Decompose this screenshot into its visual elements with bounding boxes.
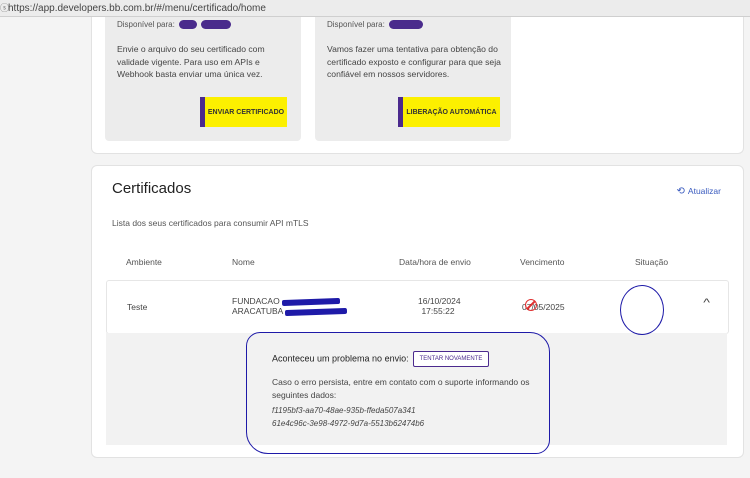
availability-label: Disponível para: (327, 20, 423, 30)
row-nome: FUNDACAO ARACATUBA (232, 296, 348, 316)
card-description: Vamos fazer uma tentativa para obtenção … (327, 44, 501, 79)
upload-options-panel: Disponível para: Envie o arquivo do seu … (91, 17, 744, 154)
auto-release-button[interactable]: LIBERAÇÃO AUTOMÁTICA (398, 97, 500, 127)
send-certificate-button[interactable]: ENVIAR CERTIFICADO (200, 97, 287, 127)
column-header-ambiente: Ambiente (126, 257, 162, 267)
chevron-up-icon[interactable]: ^ (703, 297, 710, 309)
column-header-vencimento: Vencimento (520, 257, 565, 267)
redaction-mark (285, 307, 348, 316)
column-header-situacao: Situação (635, 257, 669, 267)
webhook-tag-icon (388, 20, 423, 30)
certificates-subtitle: Lista dos seus certificados para consumi… (112, 218, 309, 228)
refresh-icon: ⟲ (676, 186, 685, 197)
send-certificate-card: Disponível para: Envie o arquivo do seu … (105, 17, 301, 141)
browser-address-bar[interactable]: ⓢ https://app.developers.bb.com.br/#/men… (0, 0, 750, 17)
row-data-envio: 16/10/2024 17:55:22 (418, 296, 461, 316)
page-title: Certificados (112, 180, 192, 197)
error-status-icon (525, 299, 537, 311)
column-header-nome: Nome (232, 257, 255, 267)
card-description: Envie o arquivo do seu certificado com v… (117, 44, 265, 79)
redaction-mark (281, 297, 340, 306)
api-tag-icon (178, 20, 197, 30)
certificates-panel: Certificados ⟲ Atualizar Lista dos seus c… (91, 165, 744, 458)
annotation-circle (620, 285, 664, 335)
annotation-box (246, 332, 550, 454)
column-header-data-envio: Data/hora de envio (399, 257, 471, 267)
refresh-button[interactable]: ⟲ Atualizar (677, 186, 721, 197)
row-ambiente: Teste (127, 302, 148, 312)
auto-release-card: Disponível para: Vamos fazer uma tentati… (315, 17, 511, 141)
url-text: https://app.developers.bb.com.br/#/menu/… (8, 3, 266, 14)
webhook-tag-icon (200, 20, 231, 30)
availability-label: Disponível para: (117, 20, 231, 30)
